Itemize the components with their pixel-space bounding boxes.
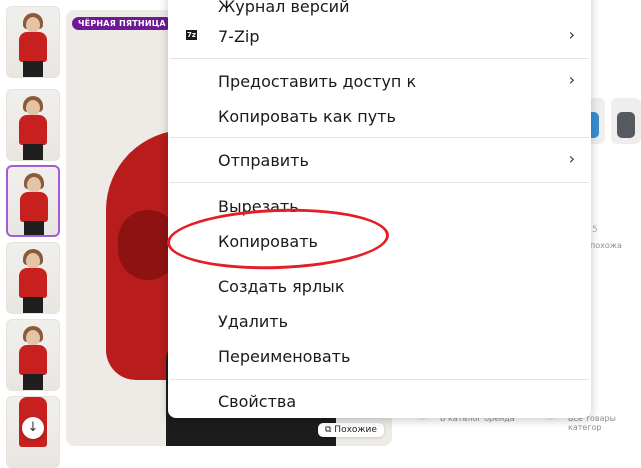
menu-separator	[170, 137, 589, 138]
menu-item-delete[interactable]: Удалить	[168, 306, 591, 336]
menu-separator	[170, 379, 589, 380]
menu-item-version-history[interactable]: Журнал версий	[168, 0, 591, 21]
chevron-right-icon: ›	[568, 70, 575, 89]
thumbnail-2[interactable]	[6, 89, 60, 161]
thumbnail-3-selected[interactable]	[6, 165, 60, 237]
menu-item-copy-as-path[interactable]: Копировать как путь	[168, 101, 591, 131]
thumbnail-6[interactable]: ↓	[6, 396, 60, 468]
chevron-right-icon: ›	[568, 149, 575, 168]
menu-item-label: Предоставить доступ к	[218, 72, 417, 91]
chevron-right-icon: ›	[568, 25, 575, 44]
menu-item-7zip[interactable]: 7z 7-Zip ›	[168, 21, 591, 51]
menu-item-create-shortcut[interactable]: Создать ярлык	[168, 271, 591, 301]
thumbnail-5[interactable]	[6, 319, 60, 391]
related-thumb-2[interactable]	[611, 98, 641, 144]
menu-separator	[170, 182, 589, 183]
menu-item-properties[interactable]: Свойства	[168, 386, 591, 416]
black-friday-badge: ЧЁРНАЯ ПЯТНИЦА	[72, 17, 172, 30]
thumbnail-4[interactable]	[6, 242, 60, 314]
similar-icon: ⧉	[325, 425, 335, 435]
menu-item-label: 7-Zip	[218, 27, 260, 46]
menu-item-share-access[interactable]: Предоставить доступ к ›	[168, 66, 591, 96]
menu-item-label: Свойства	[218, 392, 297, 411]
menu-item-label: Создать ярлык	[218, 277, 345, 296]
side-number: 5	[592, 225, 598, 235]
context-menu: Журнал версий 7z 7-Zip › Предоставить до…	[168, 0, 591, 418]
7zip-icon: 7z	[186, 30, 197, 40]
side-text: похожа	[590, 241, 622, 250]
menu-item-label: Копировать как путь	[218, 107, 396, 126]
similar-button[interactable]: ⧉ Похожие	[318, 423, 384, 437]
menu-separator	[170, 58, 589, 59]
menu-item-rename[interactable]: Переименовать	[168, 341, 591, 371]
menu-item-send-to[interactable]: Отправить ›	[168, 145, 591, 175]
scroll-down-icon[interactable]: ↓	[22, 417, 44, 439]
similar-label: Похожие	[334, 425, 377, 435]
menu-item-label: Переименовать	[218, 347, 351, 366]
thumbnail-1[interactable]	[6, 6, 60, 78]
menu-item-label: Журнал версий	[218, 0, 350, 16]
menu-item-label: Отправить	[218, 151, 309, 170]
menu-item-label: Удалить	[218, 312, 288, 331]
